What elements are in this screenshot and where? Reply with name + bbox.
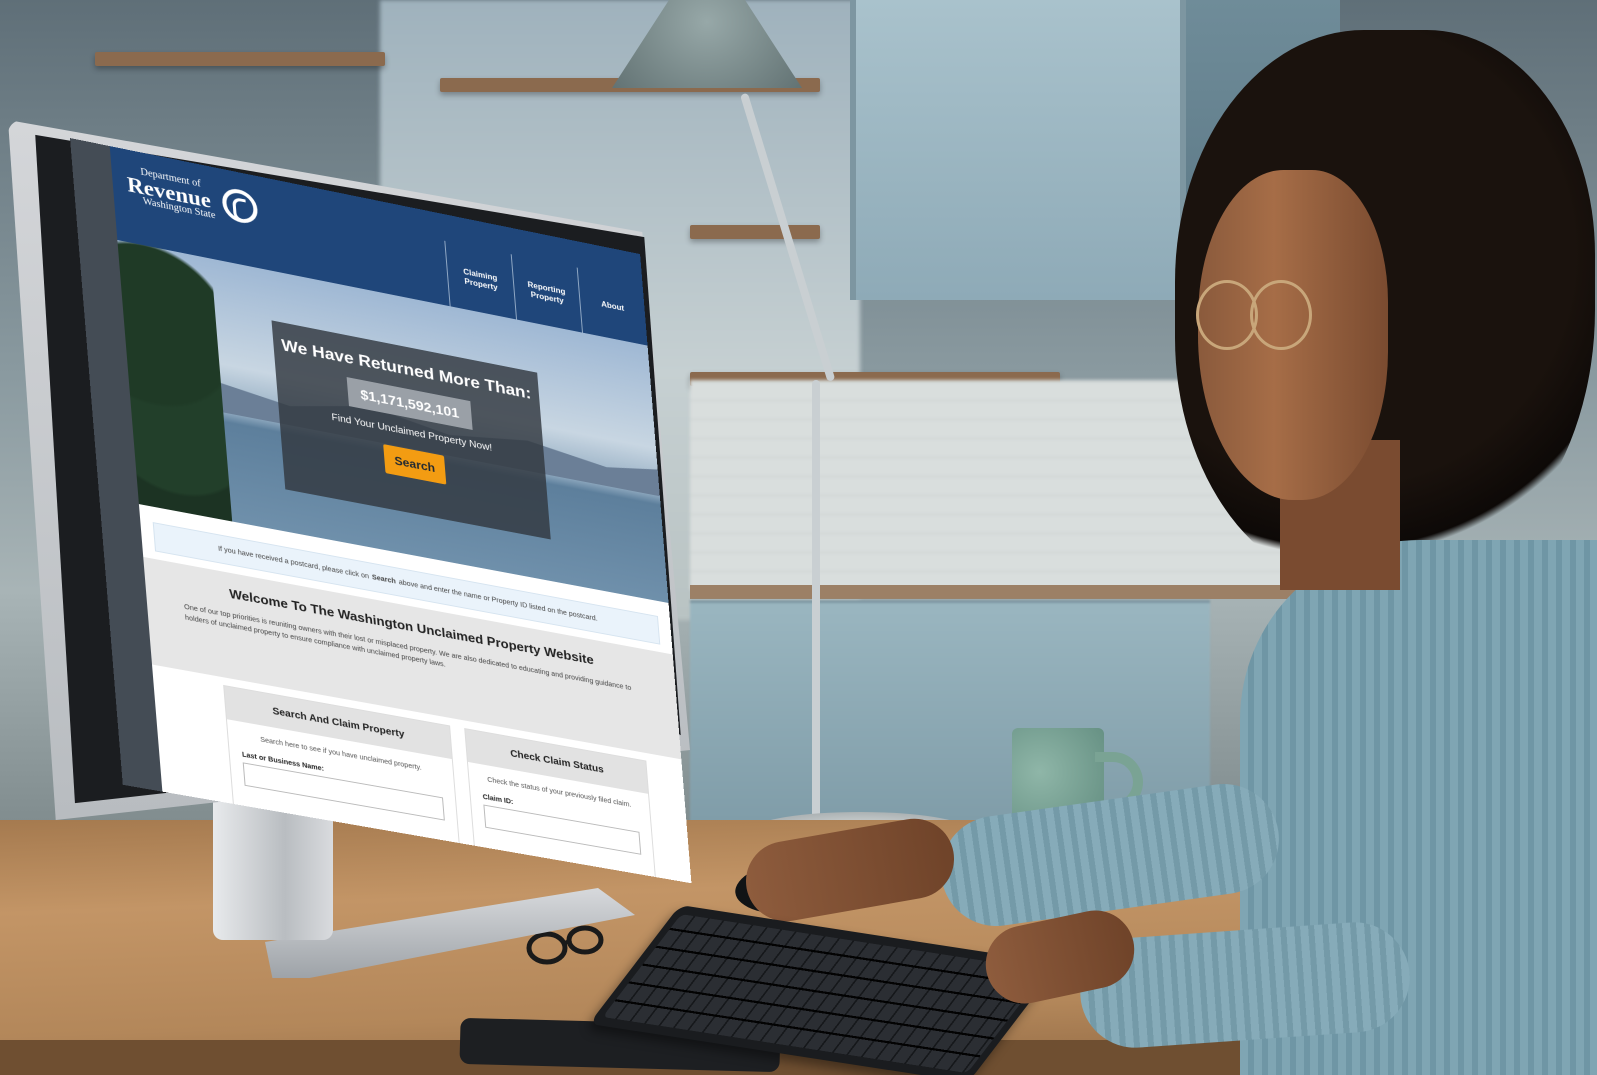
wall-shelf — [690, 225, 820, 239]
monitor-screen: Department of Revenue Washington State C… — [70, 138, 692, 884]
notice-search-link[interactable]: Search — [372, 574, 396, 585]
upper-cabinet — [850, 0, 1180, 300]
dor-logo[interactable]: Department of Revenue Washington State — [126, 165, 259, 227]
revenue-logo-icon — [221, 185, 259, 227]
glasses-right-lens — [1250, 280, 1312, 350]
wall-shelf — [95, 52, 385, 66]
desk-lamp-pole — [812, 380, 820, 820]
eyeglasses-icon — [526, 925, 604, 965]
hero-panel: We Have Returned More Than: $1,171,592,1… — [271, 320, 551, 540]
website: Department of Revenue Washington State C… — [109, 146, 692, 884]
glasses-left-lens — [1196, 280, 1258, 350]
search-button[interactable]: Search — [383, 444, 447, 485]
